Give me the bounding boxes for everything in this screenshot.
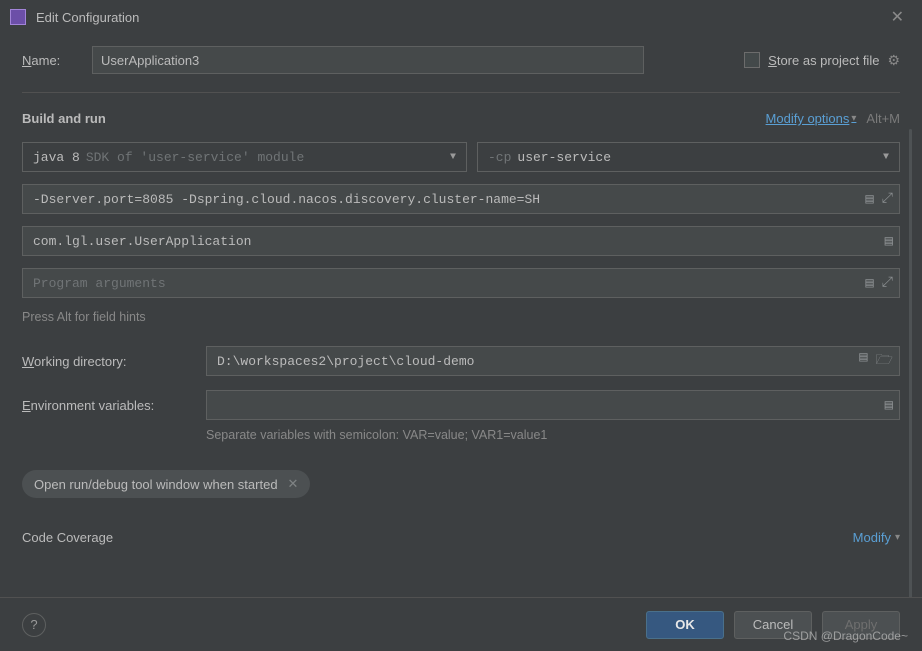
store-label: Store as project file — [768, 53, 879, 68]
working-directory-input[interactable]: D:\workspaces2\project\cloud-demo ▤ 🗁 — [206, 346, 900, 376]
classpath-value: user-service — [517, 150, 611, 165]
chevron-down-icon: ▼ — [450, 152, 456, 163]
code-coverage-header: Code Coverage Modify ▾ — [22, 530, 900, 545]
expand-icon[interactable]: ⤢ — [882, 275, 893, 292]
modify-options-label: Modify options — [766, 111, 850, 126]
main-class-input[interactable]: com.lgl.user.UserApplication ▤ — [22, 226, 900, 256]
build-run-header: Build and run Modify options ▾ Alt+M — [22, 111, 900, 126]
classpath-select[interactable]: -cp user-service ▼ — [477, 142, 900, 172]
build-run-title: Build and run — [22, 111, 106, 126]
working-directory-value: D:\workspaces2\project\cloud-demo — [217, 354, 474, 369]
dialog-content: Name: Store as project file ⚙ Build and … — [0, 34, 922, 594]
help-button[interactable]: ? — [22, 613, 46, 637]
expand-history-icon[interactable]: ▤ — [885, 233, 893, 250]
chevron-down-icon: ▾ — [895, 532, 900, 543]
chip-remove-icon[interactable]: ✕ — [288, 476, 299, 492]
env-help-text: Separate variables with semicolon: VAR=v… — [206, 428, 900, 442]
name-input[interactable] — [92, 46, 644, 74]
chip-label: Open run/debug tool window when started — [34, 477, 278, 492]
sdk-classpath-row: java 8 SDK of 'user-service' module ▼ -c… — [22, 142, 900, 172]
window-title: Edit Configuration — [36, 10, 883, 25]
apply-button[interactable]: Apply — [822, 611, 900, 639]
vm-options-input[interactable]: -Dserver.port=8085 -Dspring.cloud.nacos.… — [22, 184, 900, 214]
open-tool-window-chip[interactable]: Open run/debug tool window when started … — [22, 470, 310, 498]
scrollbar[interactable] — [909, 129, 912, 619]
gear-icon[interactable]: ⚙ — [887, 52, 900, 69]
field-hint: Press Alt for field hints — [22, 310, 900, 324]
coverage-modify-label: Modify — [853, 530, 891, 545]
vm-options-value: -Dserver.port=8085 -Dspring.cloud.nacos.… — [33, 192, 540, 207]
expand-history-icon[interactable]: ▤ — [865, 275, 873, 292]
code-coverage-title: Code Coverage — [22, 530, 113, 545]
divider — [22, 92, 900, 93]
titlebar: Edit Configuration ✕ — [0, 0, 922, 34]
store-checkbox[interactable] — [744, 52, 760, 68]
app-icon — [10, 9, 26, 25]
env-variables-row: Environment variables: ▤ — [22, 390, 900, 420]
working-directory-label: Working directory: — [22, 354, 206, 369]
footer-buttons: OK Cancel Apply — [646, 611, 900, 639]
classpath-prefix: -cp — [488, 150, 511, 165]
modify-options-shortcut: Alt+M — [866, 111, 900, 126]
coverage-modify-link[interactable]: Modify ▾ — [853, 530, 900, 545]
dialog-footer: ? OK Cancel Apply — [0, 597, 922, 651]
expand-history-icon[interactable]: ▤ — [859, 349, 867, 373]
name-row: Name: Store as project file ⚙ — [22, 46, 900, 74]
store-as-project-group: Store as project file ⚙ — [744, 52, 900, 69]
sdk-prefix: java 8 — [33, 150, 80, 165]
env-variables-label: Environment variables: — [22, 398, 206, 413]
chevron-down-icon: ▾ — [851, 113, 856, 124]
program-arguments-placeholder: Program arguments — [33, 276, 166, 291]
list-icon[interactable]: ▤ — [885, 397, 893, 414]
ok-button[interactable]: OK — [646, 611, 724, 639]
close-icon[interactable]: ✕ — [883, 3, 912, 31]
modify-options-link[interactable]: Modify options ▾ — [766, 111, 857, 126]
program-arguments-input[interactable]: Program arguments ▤ ⤢ — [22, 268, 900, 298]
sdk-suffix: SDK of 'user-service' module — [86, 150, 304, 165]
env-variables-input[interactable]: ▤ — [206, 390, 900, 420]
main-class-value: com.lgl.user.UserApplication — [33, 234, 251, 249]
cancel-button[interactable]: Cancel — [734, 611, 812, 639]
name-label: Name: — [22, 53, 92, 68]
expand-icon[interactable]: ⤢ — [882, 191, 893, 208]
folder-icon[interactable]: 🗁 — [876, 349, 893, 373]
expand-history-icon[interactable]: ▤ — [865, 191, 873, 208]
working-directory-row: Working directory: D:\workspaces2\projec… — [22, 346, 900, 376]
sdk-select[interactable]: java 8 SDK of 'user-service' module ▼ — [22, 142, 467, 172]
chevron-down-icon: ▼ — [883, 152, 889, 163]
